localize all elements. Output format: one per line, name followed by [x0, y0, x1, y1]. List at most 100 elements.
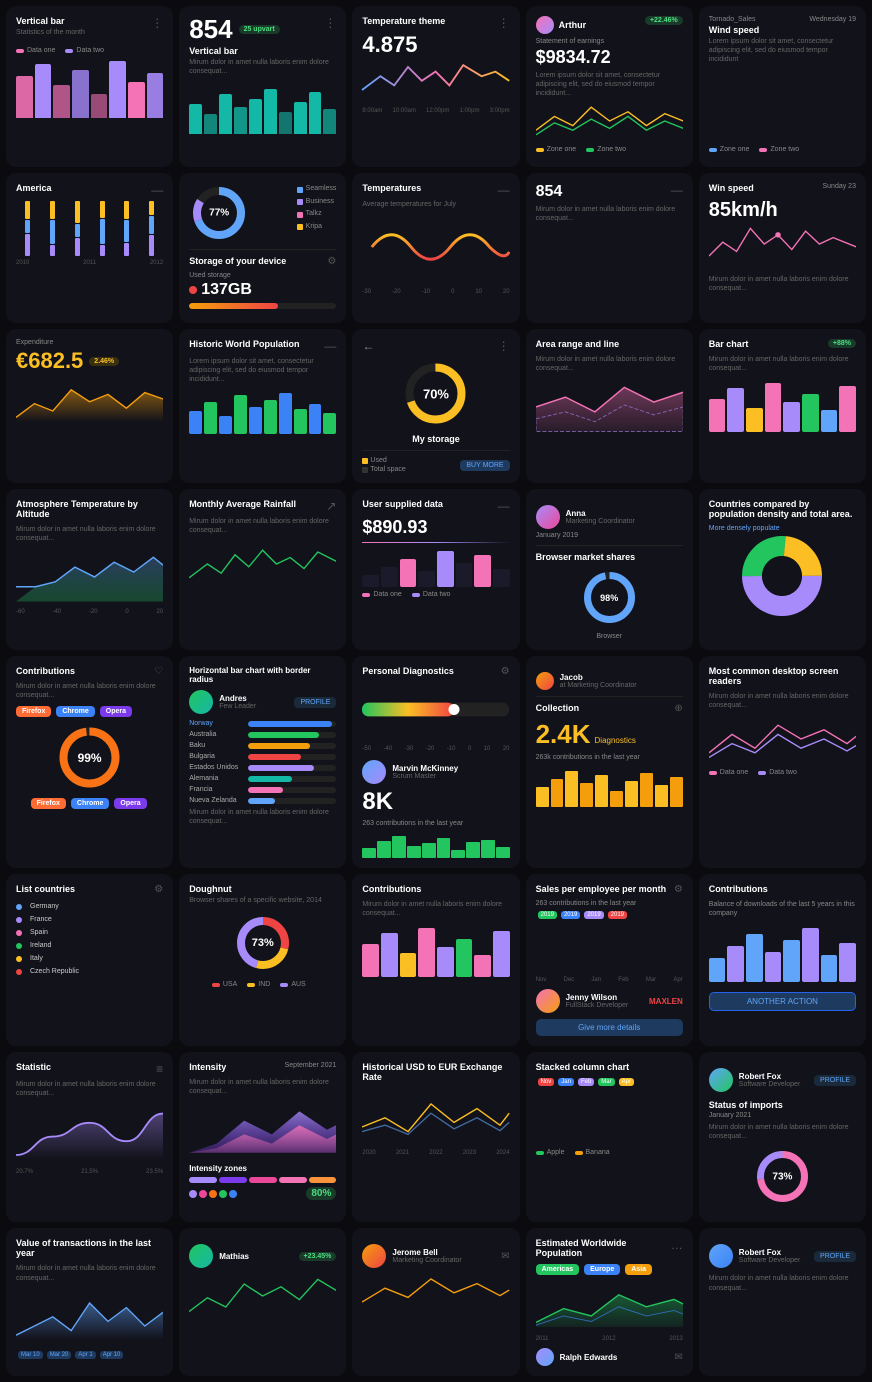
area-title: Area range and line	[536, 339, 620, 349]
more-icon[interactable]: —	[151, 183, 163, 197]
andres-profile-button[interactable]: PROFILE	[294, 697, 336, 708]
bar-chart-card: Bar chart +88% Mirum dolor in amet nulla…	[699, 329, 866, 483]
temp-subtitle: Average temperatures for July	[362, 201, 509, 208]
int-pct: 80%	[306, 1187, 336, 1200]
jerome-chart	[362, 1268, 509, 1313]
stat-subtitle: Mirum dolor in amet nulla laboris enim d…	[16, 1080, 163, 1098]
wind-chart	[709, 70, 856, 140]
more-icon[interactable]: ⋮	[498, 16, 510, 30]
andres-avatar	[189, 690, 213, 714]
marvin-subtitle: 263 contributions in the last year	[362, 820, 509, 827]
trans-chart	[16, 1287, 163, 1342]
user-name: Arthur	[559, 20, 587, 30]
ralph-profile: Ralph Edwards ✉	[536, 1348, 683, 1366]
storage-title: Storage of your device	[189, 256, 286, 266]
sales-employee-card: Sales per employee per month ⚙ 263 contr…	[526, 874, 693, 1046]
tag-asia: Asia	[625, 1264, 652, 1275]
andres-hbar-card: Horizontal bar chart with border radius …	[179, 656, 346, 868]
jenny-avatar	[536, 989, 560, 1013]
more-icon3[interactable]: …	[671, 1238, 683, 1252]
win-subtitle: Mirum dolor in amet nulla laboris enim d…	[709, 275, 856, 293]
america-card: America —	[6, 173, 173, 323]
buy-more-button[interactable]: BUY MORE	[460, 460, 509, 471]
win-date: Sunday 23	[823, 183, 856, 190]
tag-opera2: Opera	[114, 798, 146, 809]
tornado-header: Tornado_Sales	[709, 16, 756, 23]
anna-avatar	[536, 505, 560, 529]
status-subtitle: Mirum dolor in amet nulla laboris enim d…	[709, 1123, 856, 1141]
list-countries-card: List countries ⚙ Germany France Spain Ir…	[6, 874, 173, 1046]
cb-subtitle: Mirum dolor in amet nulla laboris enim d…	[362, 900, 509, 918]
usd-chart	[362, 1088, 509, 1143]
hbar-subtitle: Mirum dolor in amet nulla laboris enim d…	[189, 808, 336, 826]
user-data-title: User supplied data	[362, 499, 443, 509]
browser-ring: 98%	[536, 570, 683, 625]
america-bars	[16, 201, 163, 256]
message-icon[interactable]: ✉	[501, 1251, 509, 1262]
doughnut-pct: 73%	[252, 937, 274, 949]
pd-title: Personal Diagnostics	[362, 666, 454, 676]
andres-profile: Andres Few Leader PROFILE	[189, 690, 336, 714]
robert-profile-button[interactable]: PROFILE	[814, 1075, 856, 1086]
back-icon[interactable]: ←	[362, 339, 374, 353]
more-icon[interactable]: —	[324, 339, 336, 353]
share-icon[interactable]: ↗	[326, 499, 336, 513]
temperatures-card: Temperatures — Average temperatures for …	[352, 173, 519, 323]
temp-title: Temperatures	[362, 183, 421, 193]
jacob-name: Jacob	[560, 673, 637, 682]
jerome-name: Jerome Bell	[392, 1248, 495, 1257]
storage-used-label: Used storage	[189, 272, 336, 279]
mathias-profile: Mathias +23.45%	[189, 1244, 336, 1268]
more-icon[interactable]: ⋮	[151, 16, 163, 30]
more-icon[interactable]: —	[498, 183, 510, 197]
more-icon[interactable]: —	[498, 499, 510, 513]
historic-bars	[189, 389, 336, 434]
ralph-avatar	[536, 1348, 554, 1366]
anna-profile: Anna Marketing Coordinator	[536, 505, 683, 529]
earnings-desc: Lorem ipsum dolor sit amet, consectetur …	[536, 71, 683, 98]
message-icon2[interactable]: ✉	[674, 1352, 682, 1363]
browser-title: Browser market shares	[536, 552, 683, 562]
readers-chart	[709, 714, 856, 764]
temp-x-axis: -30-20-1001020	[362, 289, 509, 295]
marvin-name: Marvin McKinney	[392, 764, 458, 773]
more-icon[interactable]: ⋮	[324, 16, 336, 30]
tag-firefox: Firefox	[16, 706, 51, 717]
robert2-profile-button[interactable]: PROFILE	[814, 1251, 856, 1262]
storage-ring: 70%	[362, 361, 509, 426]
filter-icon[interactable]: ≡	[156, 1062, 163, 1076]
readers-subtitle: Mirum dolor in amet nulla laboris enim d…	[709, 692, 856, 710]
another-action-button[interactable]: ANOTHER ACTION	[709, 992, 856, 1011]
pd-chart	[362, 682, 509, 742]
win-sparkline	[709, 222, 856, 267]
gear-icon2[interactable]: ⚙	[501, 666, 510, 677]
more-icon[interactable]: ⋮	[498, 339, 510, 353]
card-title: Temperature theme	[362, 16, 445, 26]
robert2-profile: Robert Fox Software Developer PROFILE	[709, 1244, 856, 1268]
desktop-readers-card: Most common desktop screen readers Mirum…	[699, 656, 866, 868]
more-icon[interactable]: —	[671, 183, 683, 197]
area-subtitle: Mirum dolor in amet nulla laboris enim d…	[536, 355, 683, 373]
trans-title: Value of transactions in the last year	[16, 1238, 163, 1258]
wind-speed-card: Tornado_Sales Wednesday 19 Wind speed Lo…	[699, 6, 866, 167]
earnings-value: $9834.72	[536, 47, 683, 68]
counter-badge: 25 upvart	[239, 25, 280, 34]
robert2-role: Software Developer	[739, 1257, 808, 1264]
doughnut-subtitle: Browser shares of a specific website, 20…	[189, 896, 322, 905]
collection-icon[interactable]: ⊕	[674, 703, 682, 714]
countries-list: Germany France Spain Ireland Italy Czech…	[16, 900, 163, 978]
heart-icon[interactable]: ♡	[154, 666, 163, 677]
mathias-name: Mathias	[219, 1252, 292, 1261]
contrib-subtitle: Mirum dolor in amet nulla laboris enim d…	[16, 682, 163, 700]
countries-subtitle: More densely populate	[709, 525, 856, 532]
contrib-tags2: Firefox Chrome Opera	[16, 798, 163, 809]
gear-icon[interactable]: ⚙	[327, 256, 336, 267]
area-range-chart	[536, 377, 683, 432]
mathias-avatar	[189, 1244, 213, 1268]
marvin-value: 8K	[362, 788, 509, 816]
jacob-collection-card: Jacob at Marketing Coordinator Collectio…	[526, 656, 693, 868]
rainfall-title: Monthly Average Rainfall	[189, 499, 296, 509]
view-more-button[interactable]: Give more details	[536, 1019, 683, 1036]
robert-role: Software Developer	[739, 1081, 808, 1088]
legend: Zone one Zone two	[536, 146, 683, 153]
